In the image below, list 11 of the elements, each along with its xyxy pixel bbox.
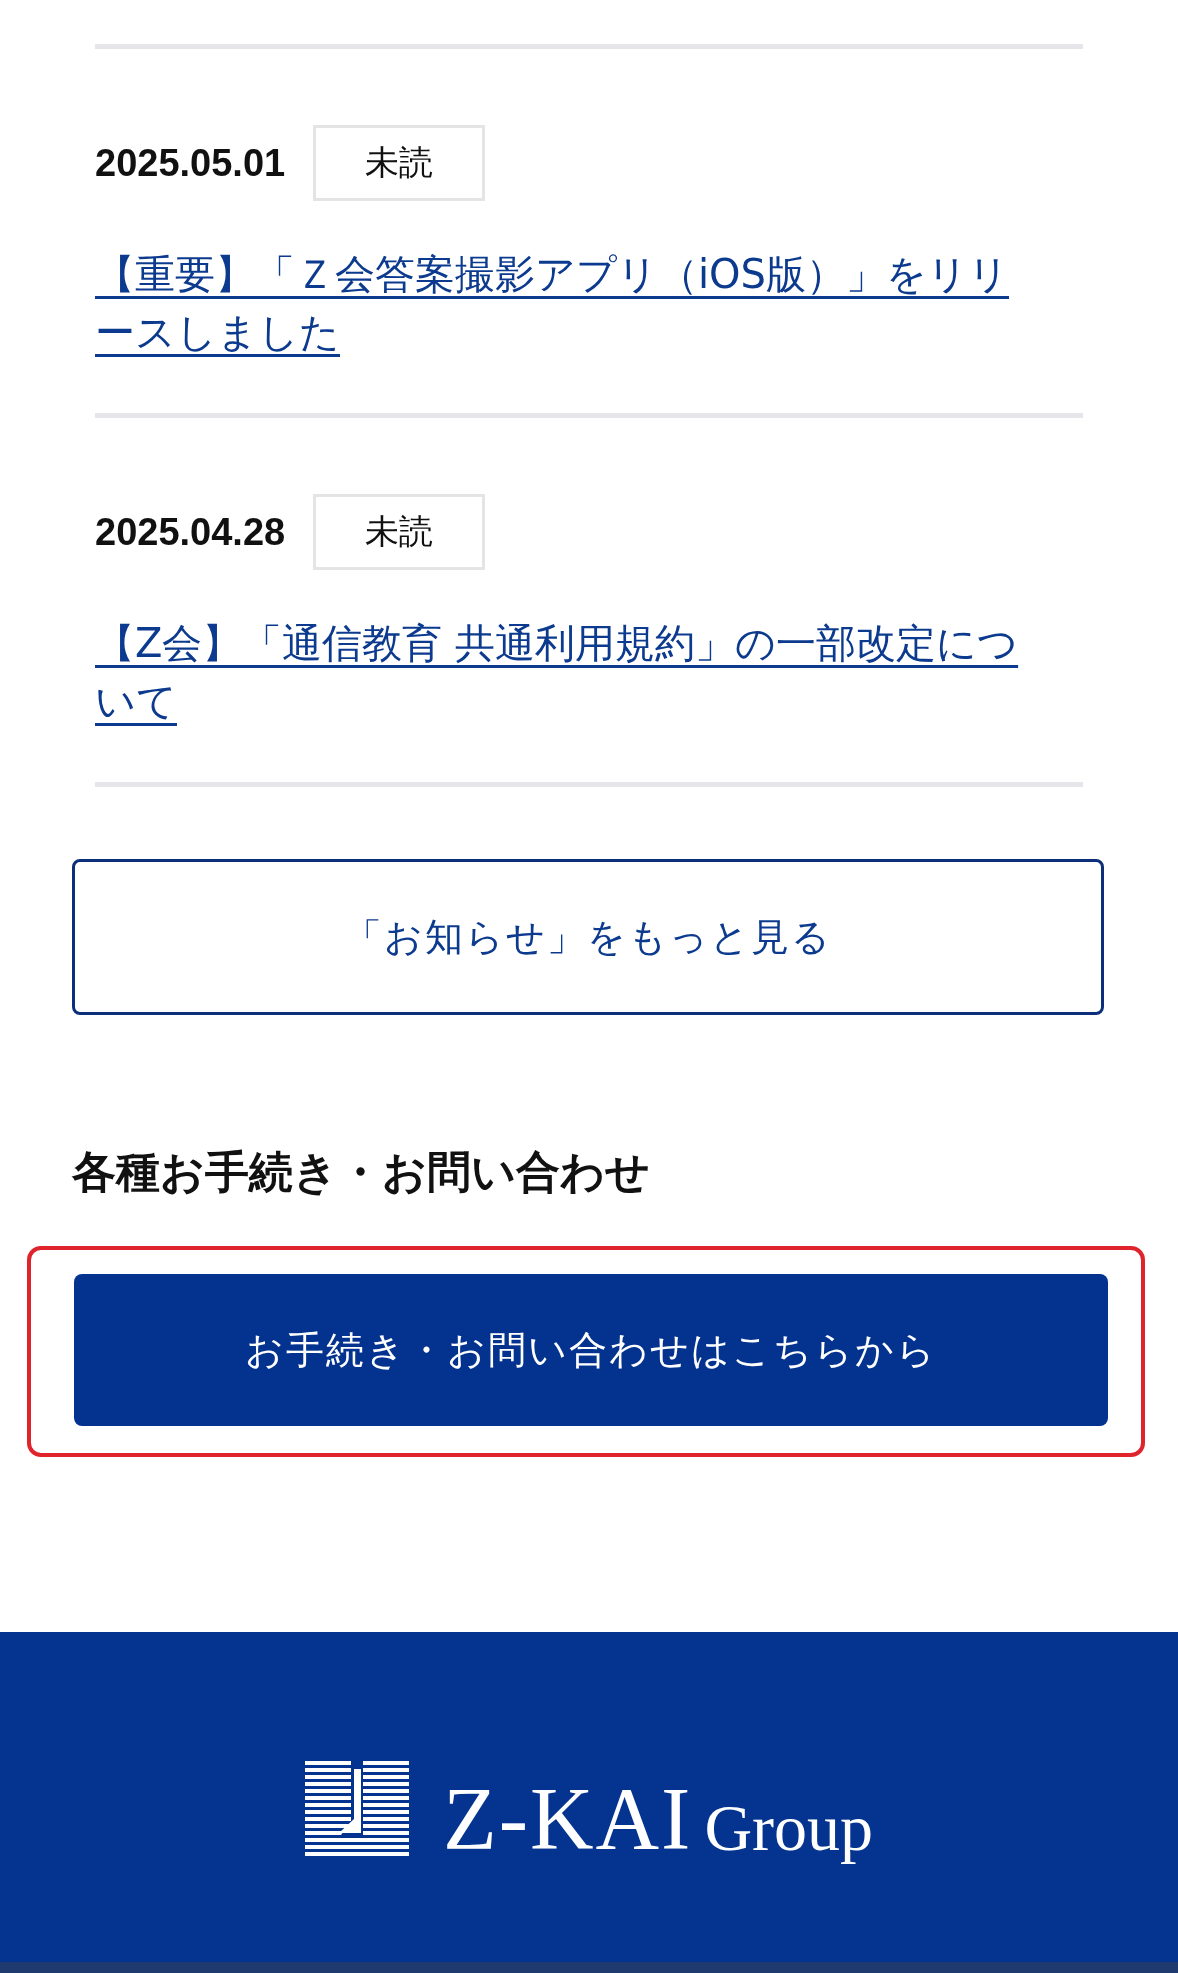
- logo-text: Z-KAI: [442, 1775, 693, 1863]
- news-date: 2025.04.28: [95, 510, 286, 554]
- news-link[interactable]: 【重要】「Ｚ会答案撮影アプリ（iOS版）」をリリースしました: [95, 245, 1045, 361]
- unread-badge: 未読: [313, 494, 486, 570]
- more-news-button[interactable]: 「お知らせ」をもっと見る: [72, 859, 1104, 1015]
- news-link[interactable]: 【Z会】「通信教育 共通利用規約」の一部改定について: [95, 614, 1045, 730]
- logo-icon: [304, 1761, 409, 1859]
- section-heading: 各種お手続き・お問い合わせ: [72, 1145, 651, 1199]
- contact-button[interactable]: お手続き・お問い合わせはこちらから: [74, 1274, 1108, 1426]
- unread-badge: 未読: [313, 125, 486, 201]
- news-date: 2025.05.01: [95, 141, 286, 185]
